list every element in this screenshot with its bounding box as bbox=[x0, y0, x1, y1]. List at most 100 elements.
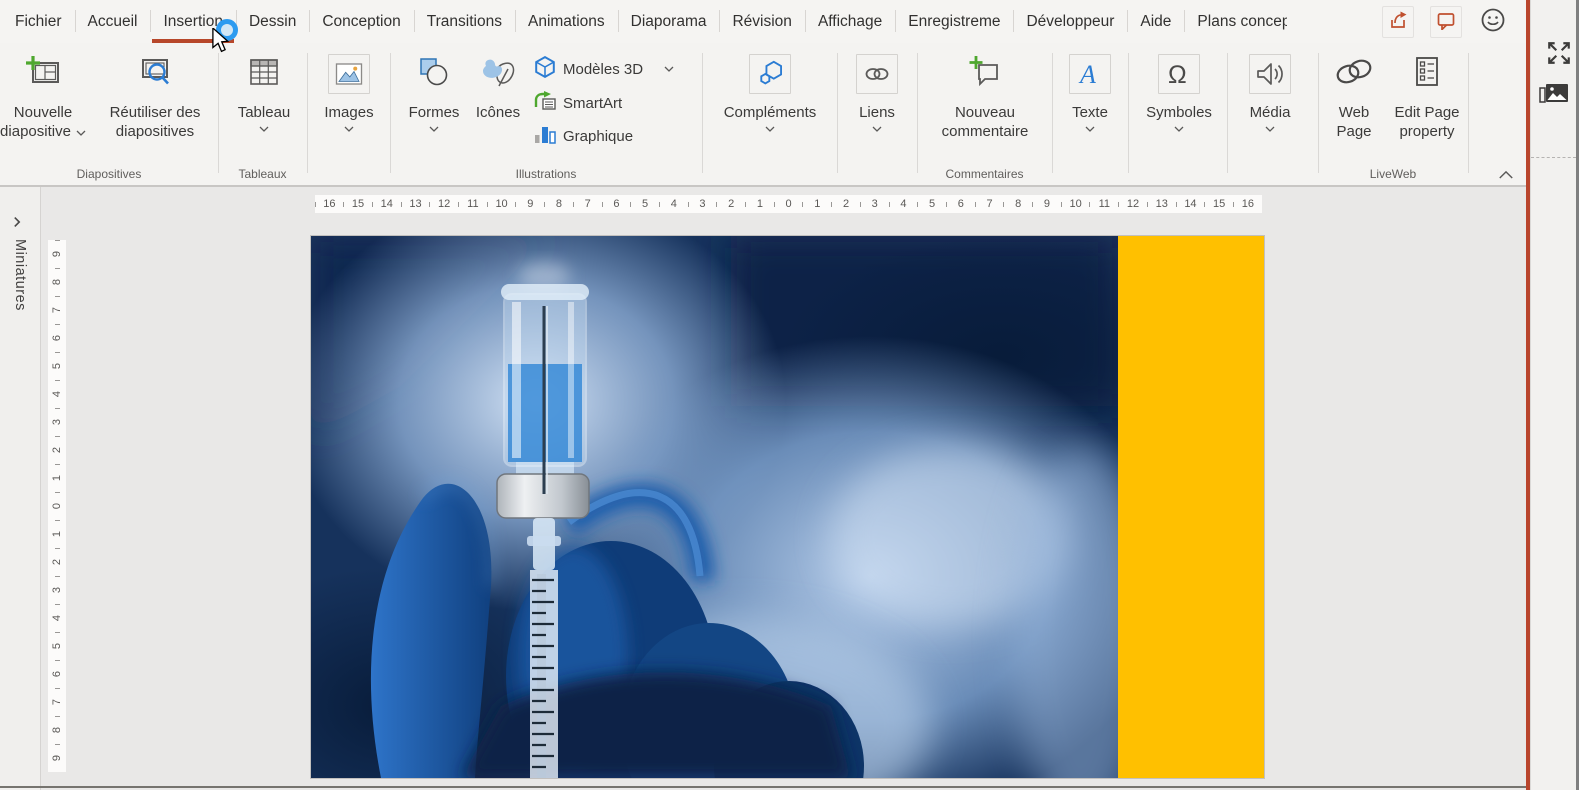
horizontal-ruler[interactable]: 1615141312111098765432101234567891011121… bbox=[315, 195, 1262, 213]
panel-divider bbox=[1531, 157, 1576, 158]
feedback-button[interactable] bbox=[1478, 7, 1508, 37]
tab-accueil[interactable]: Accueil bbox=[75, 0, 151, 43]
symbols-button[interactable]: Ω Symboles bbox=[1134, 49, 1224, 175]
ruler-number: 1 bbox=[746, 195, 775, 213]
new-slide-icon bbox=[25, 49, 61, 95]
tab-plans-concept[interactable]: Plans concept bbox=[1184, 0, 1300, 43]
images-panel-icon[interactable] bbox=[1538, 80, 1570, 113]
table-label: Tableau bbox=[238, 103, 291, 122]
ruler-number: 4 bbox=[48, 604, 66, 632]
new-comment-button[interactable]: Nouveau commentaire bbox=[922, 49, 1048, 175]
tab-affichage[interactable]: Affichage bbox=[805, 0, 895, 43]
group-divider bbox=[1052, 53, 1053, 173]
ruler-number: 4 bbox=[48, 380, 66, 408]
ruler-number: 2 bbox=[48, 436, 66, 464]
images-button[interactable]: Images bbox=[312, 49, 386, 175]
group-divider bbox=[218, 53, 219, 173]
ruler-number: 3 bbox=[48, 408, 66, 436]
tab-animations[interactable]: Animations bbox=[515, 0, 618, 43]
ruler-number: 12 bbox=[1119, 195, 1148, 213]
slide[interactable] bbox=[311, 236, 1264, 778]
tab-diaporama[interactable]: Diaporama bbox=[618, 0, 720, 43]
chevron-down-icon bbox=[872, 126, 882, 132]
ruler-number: 6 bbox=[48, 324, 66, 352]
group-divider bbox=[837, 53, 838, 173]
smartart-button[interactable]: SmartArt bbox=[534, 89, 622, 117]
group-divider bbox=[390, 53, 391, 173]
comment-button[interactable] bbox=[1430, 6, 1462, 38]
new-comment-label-2: commentaire bbox=[942, 122, 1029, 141]
tab-label: Plans concept bbox=[1197, 13, 1287, 31]
tab-fichier[interactable]: Fichier bbox=[2, 0, 75, 43]
chevron-down-icon bbox=[429, 126, 439, 132]
ribbon: Diapositives Tableaux Illustrations Comm… bbox=[0, 43, 1526, 187]
group-divider bbox=[1128, 53, 1129, 173]
expand-thumbnails-icon[interactable] bbox=[13, 215, 21, 233]
icons-button[interactable]: Icônes bbox=[468, 49, 528, 175]
new-comment-label-1: Nouveau bbox=[942, 103, 1029, 122]
slide-image[interactable] bbox=[311, 236, 1118, 778]
ruler-number: 15 bbox=[1205, 195, 1234, 213]
ruler-number: 13 bbox=[401, 195, 430, 213]
duck-leaf-icon bbox=[479, 49, 517, 95]
slide-canvas-area: Miniatures 16151413121110987654321012345… bbox=[0, 187, 1526, 790]
edit-page-label-1: Edit Page bbox=[1394, 103, 1459, 122]
web-page-label-1: Web bbox=[1336, 103, 1371, 122]
tab-développeur[interactable]: Développeur bbox=[1013, 0, 1127, 43]
tab-label: Dessin bbox=[249, 13, 296, 31]
tab-conception[interactable]: Conception bbox=[309, 0, 413, 43]
chart-button[interactable]: Graphique bbox=[534, 122, 633, 150]
models-3d-label: Modèles 3D bbox=[563, 61, 643, 78]
ruler-number: 11 bbox=[1090, 195, 1119, 213]
links-button[interactable]: Liens bbox=[845, 49, 909, 175]
ruler-number: 8 bbox=[545, 195, 574, 213]
web-page-chain-icon bbox=[1333, 49, 1375, 95]
tab-label: Fichier bbox=[15, 13, 62, 31]
media-button[interactable]: Média bbox=[1235, 49, 1305, 175]
mouse-cursor bbox=[212, 28, 232, 59]
tab-label: Enregistreme bbox=[908, 13, 1000, 31]
web-page-button[interactable]: Web Page bbox=[1324, 49, 1384, 175]
ruler-number: 1 bbox=[48, 520, 66, 548]
slide-accent-band[interactable] bbox=[1118, 236, 1264, 778]
chevron-down-icon bbox=[1265, 126, 1275, 132]
smiley-icon bbox=[1480, 7, 1506, 38]
addins-button[interactable]: Compléments bbox=[714, 49, 826, 175]
reuse-slides-button[interactable]: Réutiliser des diapositives bbox=[98, 49, 212, 175]
tab-révision[interactable]: Révision bbox=[719, 0, 804, 43]
chevron-down-icon bbox=[1085, 126, 1095, 132]
vertical-ruler[interactable]: 9876543210123456789 bbox=[48, 240, 66, 772]
collapse-ribbon-button[interactable] bbox=[1494, 165, 1518, 183]
smartart-label: SmartArt bbox=[563, 95, 622, 112]
tab-aide[interactable]: Aide bbox=[1127, 0, 1184, 43]
ruler-number: 15 bbox=[344, 195, 373, 213]
tab-transitions[interactable]: Transitions bbox=[414, 0, 515, 43]
ruler-number: 16 bbox=[315, 195, 344, 213]
ruler-number: 5 bbox=[631, 195, 660, 213]
tab-dessin[interactable]: Dessin bbox=[236, 0, 309, 43]
share-button[interactable] bbox=[1382, 6, 1414, 38]
ruler-number: 9 bbox=[48, 240, 66, 268]
shapes-label: Formes bbox=[409, 103, 460, 122]
ruler-number: 3 bbox=[860, 195, 889, 213]
ruler-number: 4 bbox=[889, 195, 918, 213]
ruler-number: 1 bbox=[803, 195, 832, 213]
expand-arrows-icon[interactable] bbox=[1546, 40, 1572, 71]
table-button[interactable]: Tableau bbox=[224, 49, 304, 175]
group-divider bbox=[1318, 53, 1319, 173]
thumbnails-pane-collapsed[interactable]: Miniatures bbox=[0, 187, 41, 790]
tab-label: Animations bbox=[528, 13, 605, 31]
images-label: Images bbox=[324, 103, 373, 122]
chevron-down-icon bbox=[664, 66, 674, 72]
ruler-number: 16 bbox=[1234, 195, 1263, 213]
links-label: Liens bbox=[859, 103, 895, 122]
models-3d-button[interactable]: Modèles 3D bbox=[534, 55, 674, 83]
tab-enregistreme[interactable]: Enregistreme bbox=[895, 0, 1013, 43]
link-icon bbox=[856, 54, 898, 94]
ruler-number: 13 bbox=[1147, 195, 1176, 213]
new-slide-button[interactable]: Nouvelle diapositive bbox=[0, 49, 96, 175]
edit-page-property-button[interactable]: Edit Page property bbox=[1386, 49, 1468, 175]
text-button[interactable]: A Texte bbox=[1058, 49, 1122, 175]
reuse-slides-icon bbox=[137, 49, 173, 95]
shapes-button[interactable]: Formes bbox=[400, 49, 468, 175]
